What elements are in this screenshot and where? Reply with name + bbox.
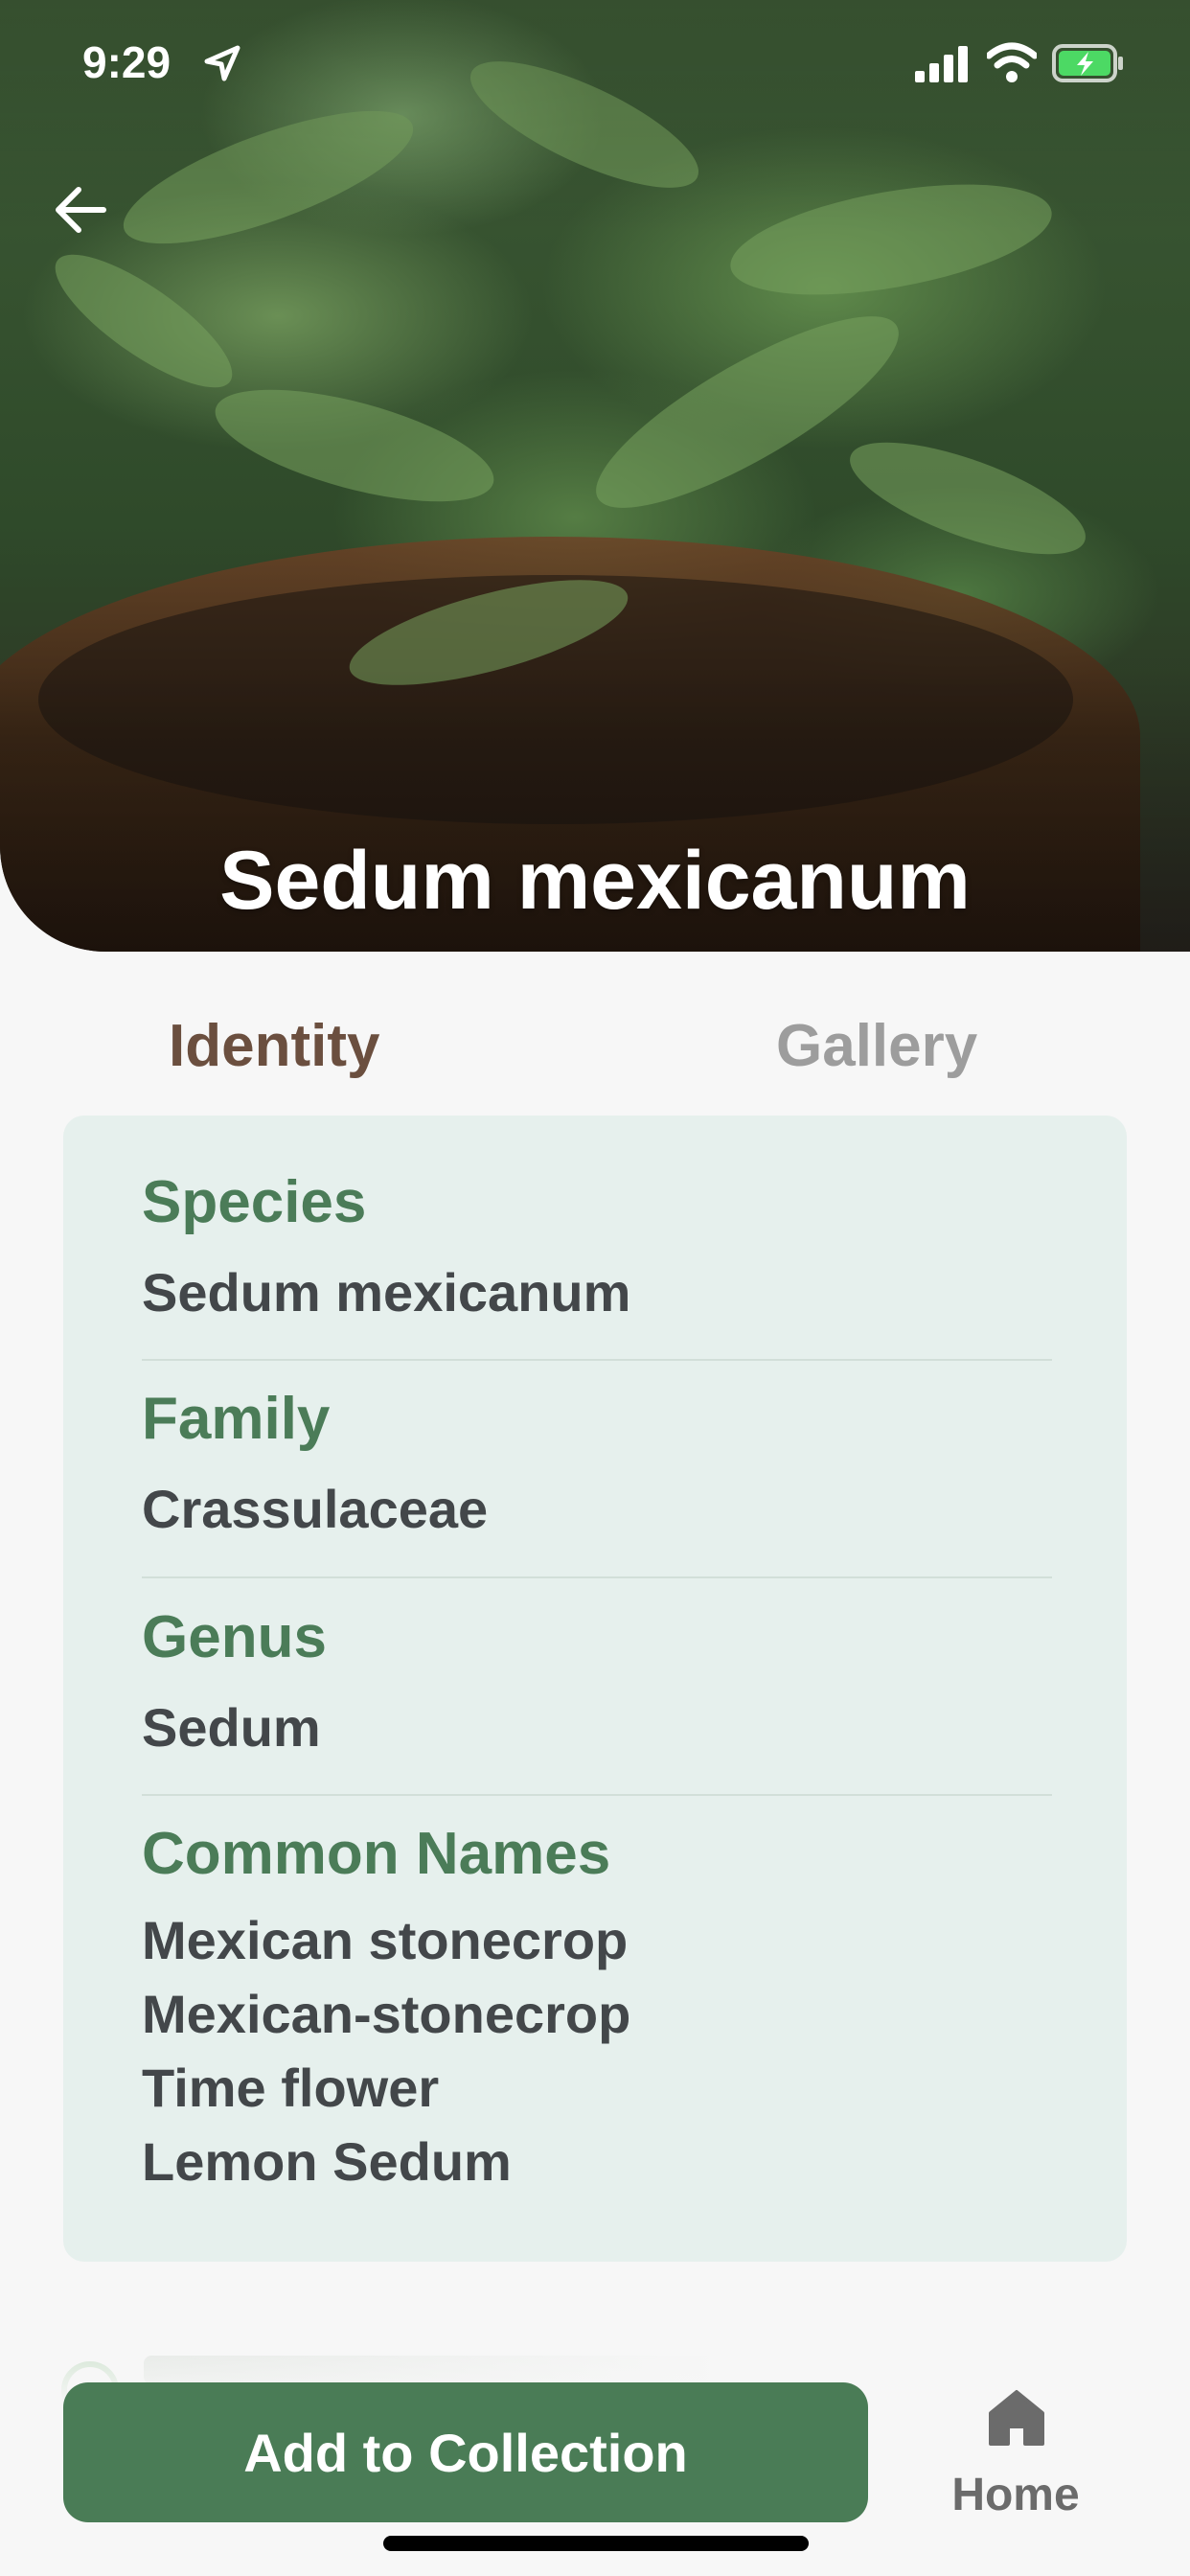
genus-value: Sedum — [142, 1697, 321, 1758]
hero-shade — [0, 0, 1190, 952]
species-value: Sedum mexicanum — [142, 1262, 631, 1322]
common-name-item: Lemon Sedum — [142, 2131, 512, 2192]
common-names-field: Common Names Mexican stonecrop Mexican-s… — [142, 1817, 1052, 2198]
species-field: Species Sedum mexicanum — [142, 1165, 1052, 1330]
status-bar: 9:29 — [0, 0, 1190, 125]
tab-identity[interactable]: Identity — [169, 1012, 379, 1080]
cellular-signal-icon — [915, 46, 968, 82]
genus-label: Genus — [142, 1604, 327, 1670]
species-label: Species — [142, 1169, 367, 1235]
wifi-icon — [987, 42, 1037, 82]
common-name-item: Time flower — [142, 2058, 440, 2118]
divider — [142, 1359, 1052, 1361]
back-arrow-icon[interactable] — [48, 176, 115, 243]
battery-charging-icon — [1052, 44, 1123, 82]
divider — [142, 1576, 1052, 1578]
location-arrow-icon — [204, 45, 240, 81]
home-indicator[interactable] — [383, 2536, 809, 2551]
plant-hero-image — [0, 0, 1190, 952]
family-value: Crassulaceae — [142, 1479, 489, 1539]
home-nav-button[interactable]: Home — [929, 2380, 1102, 2524]
divider — [142, 1794, 1052, 1796]
identity-card: Species Sedum mexicanum Family Crassulac… — [63, 1116, 1127, 2262]
common-name-item: Mexican-stonecrop — [142, 1984, 631, 2044]
common-name-item: Mexican stonecrop — [142, 1910, 629, 1970]
home-label: Home — [951, 2470, 1080, 2520]
common-names-label: Common Names — [142, 1821, 611, 1887]
tab-gallery[interactable]: Gallery — [776, 1012, 977, 1080]
home-icon — [989, 2390, 1044, 2446]
add-to-collection-button[interactable]: Add to Collection — [63, 2382, 868, 2522]
plant-title: Sedum mexicanum — [219, 835, 971, 927]
genus-field: Genus Sedum — [142, 1600, 1052, 1765]
family-label: Family — [142, 1386, 331, 1452]
family-field: Family Crassulaceae — [142, 1382, 1052, 1547]
status-time: 9:29 — [82, 37, 172, 87]
common-names-list: Mexican stonecrop Mexican-stonecrop Time… — [142, 1903, 1052, 2198]
